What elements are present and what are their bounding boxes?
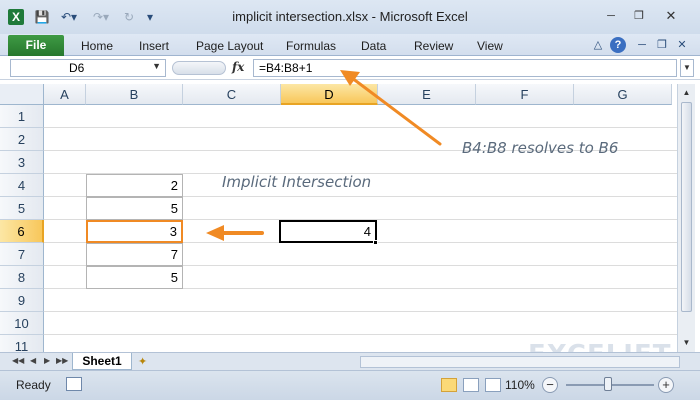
formula-bar: D6 ▼ fx =B4:B8+1 ▼ xyxy=(0,56,700,80)
row-header-1[interactable]: 1 xyxy=(0,105,44,128)
insert-function-icon[interactable]: fx xyxy=(232,60,244,74)
insert-sheet-icon[interactable]: ✦ xyxy=(138,355,147,368)
column-header-c[interactable]: C xyxy=(183,84,281,105)
row-header-10[interactable]: 10 xyxy=(0,312,44,335)
normal-view-icon[interactable] xyxy=(441,378,457,392)
column-header-d[interactable]: D xyxy=(281,84,378,105)
title-bar: X 💾 ↶▾ ↷▾ ↻ ▾ implicit intersection.xlsx… xyxy=(0,0,700,34)
select-all-corner[interactable] xyxy=(0,84,44,105)
column-header-a[interactable]: A xyxy=(44,84,86,105)
window-minimize-icon[interactable]: ─ xyxy=(634,37,650,53)
column-header-b[interactable]: B xyxy=(86,84,183,105)
chevron-down-icon[interactable]: ▼ xyxy=(152,61,161,71)
row-header-9[interactable]: 9 xyxy=(0,289,44,312)
first-sheet-icon[interactable]: ◀◀ xyxy=(12,356,24,365)
zoom-out-button[interactable]: − xyxy=(542,377,558,393)
cell-B8[interactable]: 5 xyxy=(86,266,183,289)
page-break-preview-icon[interactable] xyxy=(485,378,501,392)
sheet-tab-sheet1[interactable]: Sheet1 xyxy=(72,353,132,370)
fill-handle[interactable] xyxy=(373,240,378,245)
formula-input[interactable]: =B4:B8+1 xyxy=(253,59,677,77)
status-ready: Ready xyxy=(16,378,51,392)
row-header-8[interactable]: 8 xyxy=(0,266,44,289)
cell-B4[interactable]: 2 xyxy=(86,174,183,197)
tab-insert[interactable]: Insert xyxy=(139,37,169,55)
minimize-icon[interactable]: ─ xyxy=(602,8,620,24)
vertical-scrollbar[interactable]: ▲ ▼ xyxy=(677,84,695,352)
next-sheet-icon[interactable]: ▶ xyxy=(44,356,50,365)
cell-B6[interactable]: 3 xyxy=(86,220,183,243)
row-header-11[interactable]: 11 xyxy=(0,335,44,352)
window-restore-icon[interactable]: ❐ xyxy=(654,37,670,53)
name-box-value: D6 xyxy=(69,61,85,75)
window-close-icon[interactable]: ✕ xyxy=(674,37,690,53)
cell-B5[interactable]: 5 xyxy=(86,197,183,220)
expand-formula-bar-icon[interactable]: ▼ xyxy=(680,59,694,77)
vertical-scroll-thumb[interactable] xyxy=(681,102,692,312)
tab-view[interactable]: View xyxy=(477,37,503,55)
restore-icon[interactable]: ❐ xyxy=(630,8,648,24)
row-header-2[interactable]: 2 xyxy=(0,128,44,151)
macro-record-icon[interactable] xyxy=(66,377,82,391)
name-box[interactable]: D6 ▼ xyxy=(10,59,166,77)
formula-bar-splitter[interactable] xyxy=(172,61,226,75)
cell-D6-active[interactable]: 4 xyxy=(279,220,377,243)
tab-home[interactable]: Home xyxy=(81,37,113,55)
zoom-level[interactable]: 110% xyxy=(505,378,535,392)
column-header-f[interactable]: F xyxy=(476,84,574,105)
prev-sheet-icon[interactable]: ◀ xyxy=(30,356,36,365)
annotation-resolves: B4:B8 resolves to B6 xyxy=(462,139,619,157)
scroll-up-icon[interactable]: ▲ xyxy=(680,86,693,99)
tab-data[interactable]: Data xyxy=(361,37,386,55)
cell-B7[interactable]: 7 xyxy=(86,243,183,266)
row-header-6[interactable]: 6 xyxy=(0,220,44,243)
horizontal-scrollbar[interactable] xyxy=(360,356,680,368)
ribbon-tabs: File Home Insert Page Layout Formulas Da… xyxy=(0,34,700,56)
minimize-ribbon-icon[interactable]: △ xyxy=(590,37,606,53)
tab-page-layout[interactable]: Page Layout xyxy=(196,37,263,55)
tab-review[interactable]: Review xyxy=(414,37,453,55)
page-layout-view-icon[interactable] xyxy=(463,378,479,392)
row-header-7[interactable]: 7 xyxy=(0,243,44,266)
sheet-tab-bar: ◀◀ ◀ ▶ ▶▶ Sheet1 ✦ xyxy=(0,352,700,370)
scroll-down-icon[interactable]: ▼ xyxy=(680,336,693,349)
help-icon[interactable]: ? xyxy=(610,37,626,53)
column-header-e[interactable]: E xyxy=(378,84,476,105)
row-header-3[interactable]: 3 xyxy=(0,151,44,174)
tab-file[interactable]: File xyxy=(8,35,64,56)
worksheet-grid: ABCDEFG 1 2 3 4 5 6 7 8 9 10 11 2 5 3 7 5 4 xyxy=(0,84,677,352)
last-sheet-icon[interactable]: ▶▶ xyxy=(56,356,68,365)
row-header-5[interactable]: 5 xyxy=(0,197,44,220)
row-header-4[interactable]: 4 xyxy=(0,174,44,197)
column-header-g[interactable]: G xyxy=(574,84,672,105)
window-title: implicit intersection.xlsx - Microsoft E… xyxy=(232,9,468,24)
zoom-slider-thumb[interactable] xyxy=(604,377,612,391)
close-icon[interactable]: ✕ xyxy=(662,8,680,24)
annotation-heading: Implicit Intersection xyxy=(222,173,372,191)
tab-formulas[interactable]: Formulas xyxy=(286,37,336,55)
status-bar: Ready 110% − + xyxy=(0,370,700,400)
zoom-in-button[interactable]: + xyxy=(658,377,674,393)
